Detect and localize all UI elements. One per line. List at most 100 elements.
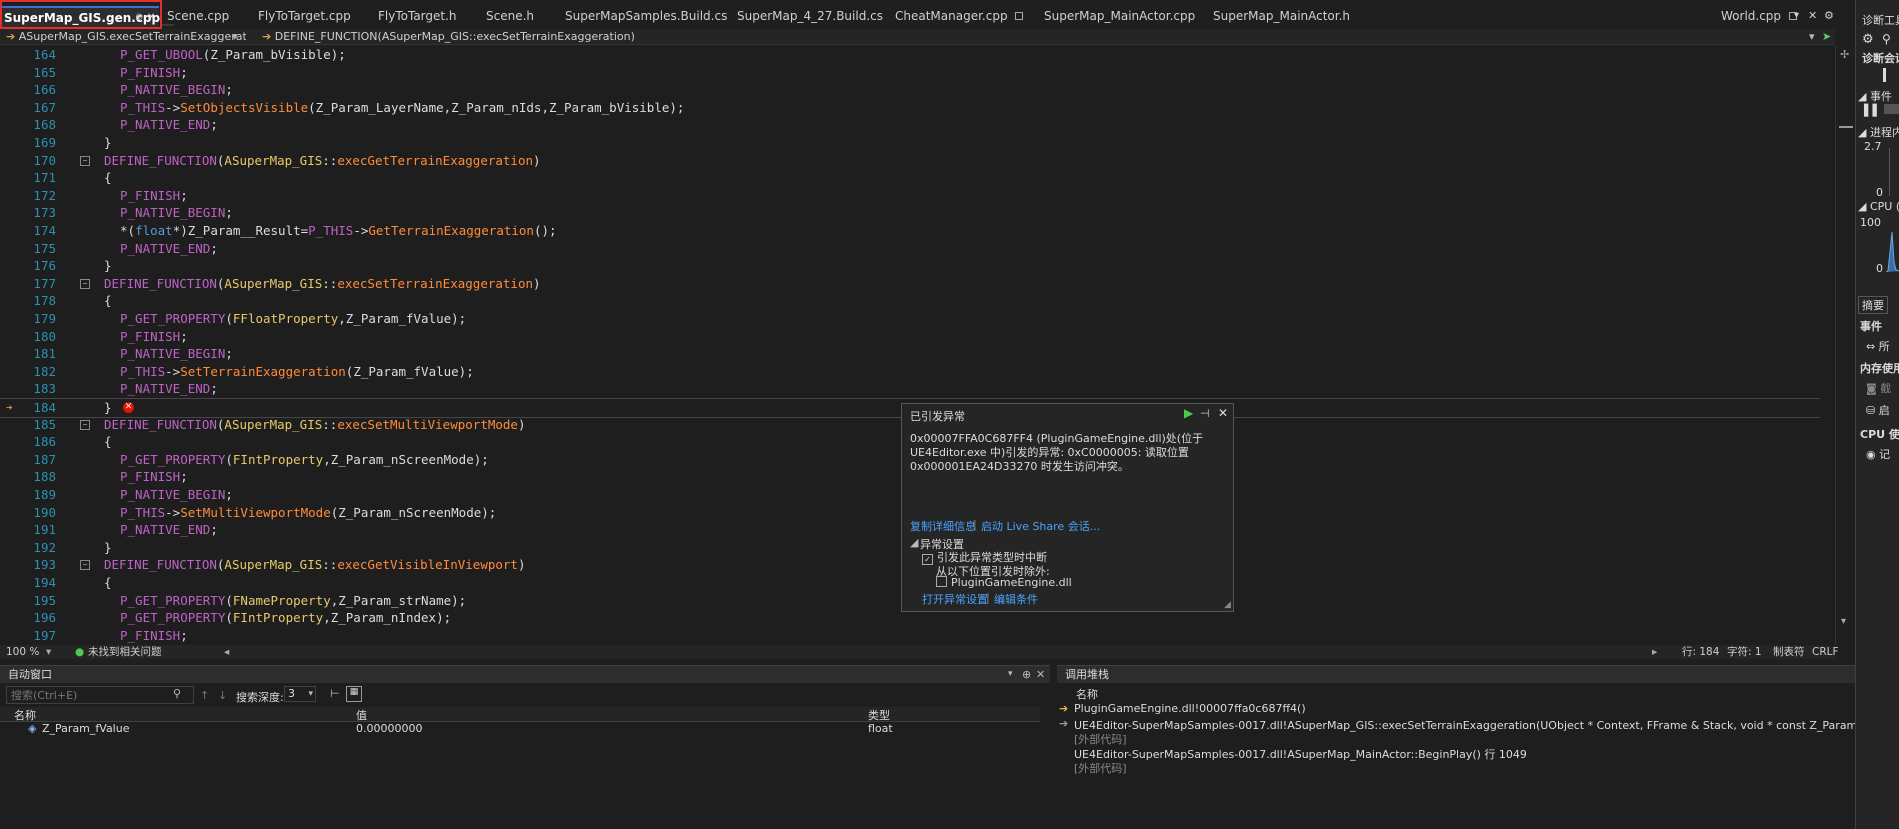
go-icon[interactable]: ➤ — [1822, 29, 1836, 45]
edit-conditions-link[interactable]: 编辑条件 — [994, 591, 1038, 607]
col-name-header[interactable]: 名称 — [14, 707, 36, 723]
tab-scene-cpp[interactable]: Scene.cpp — [167, 8, 229, 24]
tab-supermap-mainactor-cpp[interactable]: SuperMap_MainActor.cpp — [1044, 8, 1195, 24]
copy-details-link[interactable]: 复制详细信息 — [910, 518, 976, 534]
member-dropdown[interactable]: ➔ DEFINE_FUNCTION(ASuperMap_GIS::execSet… — [262, 29, 922, 45]
code-line[interactable]: 174 *(float*)Z_Param__Result=P_THIS->GetT… — [0, 222, 1820, 240]
close-icon[interactable]: ✕ — [1036, 666, 1045, 683]
code-line[interactable]: 179 P_GET_PROPERTY(FFloatProperty,Z_Param… — [0, 310, 1820, 328]
settings-gear-icon[interactable]: ⚙ — [1862, 32, 1874, 47]
tab-flytotarget-cpp[interactable]: FlyToTarget.cpp — [258, 8, 351, 24]
search-next-icon[interactable]: ↓ — [218, 689, 227, 702]
call-stack-panel-header: 调用堆栈 — [1057, 666, 1855, 683]
split-icon[interactable]: ✢ — [1840, 48, 1849, 61]
zoom-level[interactable]: 100 % — [6, 645, 39, 659]
code-line[interactable]: 164 P_GET_UBOOL(Z_Param_bVisible); — [0, 46, 1820, 64]
cpu-section[interactable]: ◢ CPU ( — [1858, 200, 1899, 213]
fold-toggle-icon[interactable]: − — [80, 155, 90, 166]
search-box[interactable]: ⚲ — [6, 686, 194, 704]
tab-world-cpp[interactable]: World.cpp — [1721, 8, 1797, 24]
continue-icon[interactable]: ▶ — [1184, 406, 1193, 420]
scroll-down-icon[interactable]: ▾ — [1841, 616, 1846, 627]
code-text: { — [104, 293, 112, 309]
code-line[interactable]: 178 { — [0, 292, 1820, 310]
search-icon[interactable]: ⚲ — [173, 687, 181, 700]
search-previous-icon[interactable]: ↑ — [200, 689, 209, 702]
settings-gear-icon[interactable]: ⚙ — [1824, 8, 1834, 24]
chevron-down-icon[interactable]: ▾ — [232, 29, 244, 45]
variable-value[interactable]: 0.00000000 — [356, 722, 422, 735]
exclude-dll-checkbox[interactable]: PluginGameEngine.dll — [936, 576, 1072, 589]
tab-supermap-4-27-build-cs[interactable]: SuperMap_4_27.Build.cs — [737, 8, 883, 24]
issues-status[interactable]: 未找到相关问题 — [88, 645, 162, 659]
variable-icon: ◈ — [28, 722, 37, 735]
code-line[interactable]: 181 P_NATIVE_BEGIN; — [0, 345, 1820, 363]
view-mode-icon[interactable]: ▦ — [346, 686, 362, 702]
dropdown-icon[interactable]: ▾ — [1008, 666, 1013, 683]
live-share-link[interactable]: 启动 Live Share 会话... — [981, 518, 1100, 534]
scroll-right-icon[interactable]: ▸ — [1652, 645, 1657, 659]
code-line[interactable]: 197 P_FINISH; — [0, 627, 1820, 645]
code-line[interactable]: 165 P_FINISH; — [0, 64, 1820, 82]
tab-summary[interactable]: 摘要 — [1858, 296, 1888, 314]
search-input[interactable] — [9, 687, 173, 703]
chevron-down-icon[interactable]: ▾ — [46, 645, 51, 659]
code-line[interactable]: 168 P_NATIVE_END; — [0, 116, 1820, 134]
code-line[interactable]: 169} — [0, 134, 1820, 152]
pin-icon[interactable]: ⊣ — [1200, 407, 1210, 420]
link-label: 启 — [1878, 404, 1890, 417]
code-line[interactable]: 170 DEFINE_FUNCTION(ASuperMap_GIS::execGe… — [0, 152, 1820, 170]
tab-scene-h[interactable]: Scene.h — [486, 8, 534, 24]
fold-toggle-icon[interactable]: − — [80, 278, 90, 289]
error-icon[interactable]: ✕ — [123, 402, 134, 413]
table-row[interactable]: ◈ Z_Param_fValue 0.00000000 float — [0, 722, 1040, 736]
fold-toggle-icon[interactable]: − — [80, 419, 90, 430]
col-name-header[interactable]: 名称 — [1076, 686, 1098, 702]
events-section[interactable]: ◢ 事件 — [1858, 88, 1892, 104]
vertical-scrollbar[interactable]: ✢ ▾ — [1835, 46, 1855, 645]
eol-indicator[interactable]: CRLF — [1812, 645, 1839, 659]
col-value-header[interactable]: 值 — [356, 707, 367, 723]
col-type-header[interactable]: 类型 — [868, 707, 890, 723]
take-snapshot[interactable]: ◙ 截 — [1866, 380, 1891, 396]
scope-dropdown[interactable]: ➔ ASuperMap_GIS.execSetTerrainExaggerati… — [6, 29, 246, 45]
close-icon[interactable]: ✕ — [1218, 406, 1228, 420]
open-exception-settings-link[interactable]: 打开异常设置 — [922, 591, 988, 607]
tab-supermap-mainactor-h[interactable]: SuperMap_MainActor.h — [1213, 8, 1350, 24]
code-line[interactable]: 176} — [0, 257, 1820, 275]
enable-heap-profiling[interactable]: ⛁ 启 — [1866, 402, 1890, 418]
code-line[interactable]: 171 { — [0, 169, 1820, 187]
code-line[interactable]: 180 P_FINISH; — [0, 328, 1820, 346]
code-line[interactable]: 177 DEFINE_FUNCTION(ASuperMap_GIS::execSe… — [0, 275, 1820, 293]
code-text: P_NATIVE_END; — [120, 522, 218, 538]
code-line[interactable]: 172 P_FINISH; — [0, 187, 1820, 205]
code-line[interactable]: 167 P_THIS->SetObjectsVisible(Z_Param_Lay… — [0, 99, 1820, 117]
diag-session-label: 诊断会话 — [1862, 52, 1899, 65]
chevron-down-icon[interactable]: ▾ — [1809, 29, 1821, 45]
pause-icon[interactable]: ▌▌ — [1864, 104, 1881, 117]
code-line[interactable]: 182 P_THIS->SetTerrainExaggeration(Z_Para… — [0, 363, 1820, 381]
tab-cheatmanager-cpp[interactable]: CheatManager.cpp — [895, 8, 1024, 24]
code-text: } — [104, 400, 112, 415]
scroll-thumb[interactable] — [1839, 126, 1853, 128]
tabs-indicator[interactable]: 制表符 — [1773, 645, 1805, 659]
record-cpu-profile[interactable]: ◉ 记 — [1866, 446, 1890, 462]
show-all-events[interactable]: ⇔ 所 — [1866, 338, 1890, 354]
collapse-icon[interactable]: ◢ — [910, 536, 918, 549]
resize-grip-icon[interactable]: ◢ — [1224, 600, 1231, 610]
code-line[interactable]: 166 P_NATIVE_BEGIN; — [0, 81, 1820, 99]
pin-variable-icon[interactable]: ⊢ — [330, 687, 340, 700]
close-all-icon[interactable]: ✕ — [1808, 8, 1817, 24]
code-line[interactable]: 175 P_NATIVE_END; — [0, 240, 1820, 258]
tab-supermapsamples-build-cs[interactable]: SuperMapSamples.Build.cs — [565, 8, 727, 24]
tab-flytotarget-h[interactable]: FlyToTarget.h — [378, 8, 457, 24]
fold-toggle-icon[interactable]: − — [80, 560, 90, 571]
code-line[interactable]: 183 P_NATIVE_END; — [0, 380, 1820, 398]
search-depth-select[interactable]: 3 ▾ — [284, 686, 316, 702]
scroll-left-icon[interactable]: ◂ — [224, 645, 229, 659]
tab-overflow-dropdown[interactable]: ▾ — [1794, 8, 1799, 24]
zoom-icon[interactable]: ⚲ — [1882, 32, 1891, 46]
process-memory-section[interactable]: ◢ 进程内 — [1858, 124, 1899, 140]
pin-icon[interactable]: ⊕ — [1022, 666, 1031, 683]
code-line[interactable]: 173 P_NATIVE_BEGIN; — [0, 204, 1820, 222]
